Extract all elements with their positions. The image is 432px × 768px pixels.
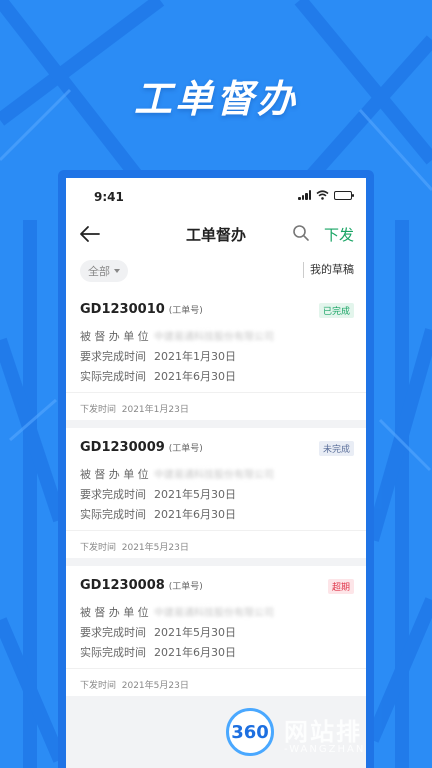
issued-row: 下发时间 2021年5月23日 [80,540,189,553]
actual-row: 实际完成时间 2021年6月30日 [80,506,236,522]
order-card[interactable]: GD1230008 (工单号) 超期 被督办单位 中建易通科技股份有限公司 要求完… [66,566,366,696]
actual-value: 2021年6月30日 [154,646,236,659]
issued-value: 2021年5月23日 [121,543,189,553]
status-time: 9:41 [94,190,124,204]
issued-value: 2021年1月23日 [121,405,189,415]
required-row: 要求完成时间 2021年5月30日 [80,624,236,640]
status-filter-dropdown[interactable]: 全部 [80,260,128,282]
order-id: GD1230008 (工单号) [80,578,203,593]
watermark-text: 网站排 [284,718,362,746]
order-card[interactable]: GD1230010 (工单号) 已完成 被督办单位 中建易通科技股份有限公司 要求… [66,290,366,420]
wifi-icon [316,190,329,200]
issued-value: 2021年5月23日 [121,681,189,691]
card-divider [66,392,366,393]
filter-bar: 全部 我的草稿 [66,254,366,290]
nav-bar: 工单督办 下发 [66,214,366,254]
unit-value: 中建易通科技股份有限公司 [154,608,274,619]
required-row: 要求完成时间 2021年1月30日 [80,348,236,364]
actual-row: 实际完成时间 2021年6月30日 [80,368,236,384]
unit-row: 被督办单位 中建易通科技股份有限公司 [80,466,274,482]
order-id-tag: (工单号) [168,444,203,454]
status-icons [298,190,354,200]
watermark: 360 网站排 -WANGZHAN [222,700,432,768]
unit-value: 中建易通科技股份有限公司 [154,332,274,343]
status-badge: 超期 [327,579,354,594]
status-badge: 已完成 [318,303,354,318]
required-value: 2021年1月30日 [154,350,236,363]
page-title: 工单督办 [185,226,246,244]
issued-label: 下发时间 [80,405,117,415]
unit-row: 被督办单位 中建易通科技股份有限公司 [80,604,274,620]
card-divider [66,530,366,531]
signal-icon [298,190,311,200]
status-badge: 未完成 [318,441,354,456]
unit-label: 被督办单位 [80,330,152,343]
watermark-logo-text: 360 [231,722,269,743]
issued-label: 下发时间 [80,543,117,553]
caret-down-icon [114,269,120,273]
actual-value: 2021年6月30日 [154,508,236,521]
issued-row: 下发时间 2021年5月23日 [80,678,189,691]
battery-icon [334,190,354,200]
order-id-tag: (工单号) [168,582,203,592]
required-value: 2021年5月30日 [154,626,236,639]
order-id: GD1230010 (工单号) [80,302,203,317]
watermark-subtext: -WANGZHAN [284,744,366,755]
actual-label: 实际完成时间 [80,508,146,521]
order-card[interactable]: GD1230009 (工单号) 未完成 被督办单位 中建易通科技股份有限公司 要求… [66,428,366,558]
issue-button[interactable]: 下发 [324,224,354,245]
order-id-tag: (工单号) [168,306,203,316]
unit-row: 被督办单位 中建易通科技股份有限公司 [80,328,274,344]
required-label: 要求完成时间 [80,488,146,501]
unit-label: 被督办单位 [80,606,152,619]
card-divider [66,668,366,669]
actual-row: 实际完成时间 2021年6月30日 [80,644,236,660]
search-icon[interactable] [292,224,310,242]
issued-row: 下发时间 2021年1月23日 [80,402,189,415]
required-label: 要求完成时间 [80,626,146,639]
phone-screen: 9:41 工单督办 下发 全部 我的草稿 GD1230010 (工单号) 已完成… [66,178,366,768]
required-value: 2021年5月30日 [154,488,236,501]
actual-label: 实际完成时间 [80,370,146,383]
unit-value: 中建易通科技股份有限公司 [154,470,274,481]
unit-label: 被督办单位 [80,468,152,481]
hero-title: 工单督办 [133,77,298,121]
status-bar: 9:41 [66,178,366,214]
my-drafts-link[interactable]: 我的草稿 [303,262,354,278]
required-label: 要求完成时间 [80,350,146,363]
required-row: 要求完成时间 2021年5月30日 [80,486,236,502]
order-id: GD1230009 (工单号) [80,440,203,455]
actual-value: 2021年6月30日 [154,370,236,383]
issued-label: 下发时间 [80,681,117,691]
status-filter-label: 全部 [88,265,110,278]
actual-label: 实际完成时间 [80,646,146,659]
